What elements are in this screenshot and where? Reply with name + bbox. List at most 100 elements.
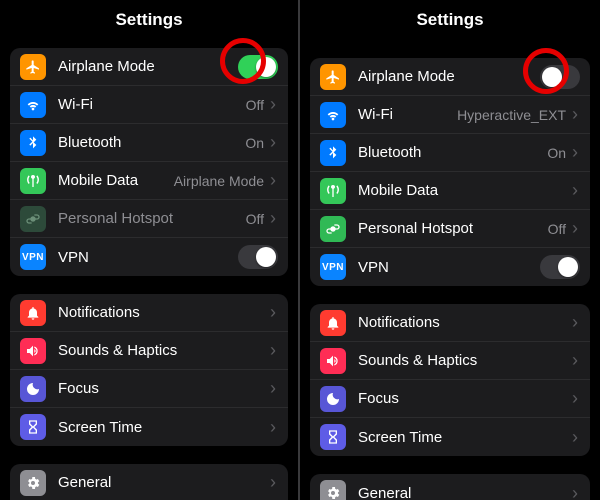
row-label: Personal Hotspot bbox=[58, 210, 246, 227]
hourglass-icon bbox=[20, 414, 46, 440]
settings-panel-right: Settings Airplane Mode Wi-Fi Hyperactive… bbox=[300, 0, 600, 500]
row-personal-hotspot[interactable]: Personal Hotspot Off › bbox=[310, 210, 590, 248]
row-label: Mobile Data bbox=[358, 182, 570, 199]
row-label: Sounds & Haptics bbox=[58, 342, 268, 359]
row-label: VPN bbox=[58, 249, 238, 266]
row-label: Airplane Mode bbox=[58, 58, 238, 75]
vpn-icon: VPN bbox=[20, 244, 46, 270]
row-value: On bbox=[245, 135, 264, 151]
chevron-right-icon: › bbox=[268, 208, 278, 229]
row-notifications[interactable]: Notifications › bbox=[10, 294, 288, 332]
chevron-right-icon: › bbox=[570, 218, 580, 239]
vpn-toggle[interactable] bbox=[540, 255, 580, 279]
row-mobile-data[interactable]: Mobile Data Airplane Mode › bbox=[10, 162, 288, 200]
row-label: Screen Time bbox=[358, 429, 570, 446]
row-label: Notifications bbox=[358, 314, 570, 331]
settings-group-notifications: Notifications › Sounds & Haptics › Focus… bbox=[310, 304, 590, 456]
row-bluetooth[interactable]: Bluetooth On › bbox=[10, 124, 288, 162]
row-label: Notifications bbox=[58, 304, 268, 321]
settings-group-general: General › bbox=[310, 474, 590, 500]
row-general[interactable]: General › bbox=[10, 464, 288, 500]
chevron-right-icon: › bbox=[570, 142, 580, 163]
chevron-right-icon: › bbox=[268, 472, 278, 493]
bell-icon bbox=[320, 310, 346, 336]
chevron-right-icon: › bbox=[570, 483, 580, 500]
wifi-icon bbox=[320, 102, 346, 128]
row-label: General bbox=[58, 474, 268, 491]
speaker-icon bbox=[20, 338, 46, 364]
row-screen-time[interactable]: Screen Time › bbox=[10, 408, 288, 446]
row-label: Focus bbox=[58, 380, 268, 397]
chevron-right-icon: › bbox=[268, 132, 278, 153]
row-value: Off bbox=[246, 97, 264, 113]
settings-group-notifications: Notifications › Sounds & Haptics › Focus… bbox=[10, 294, 288, 446]
row-personal-hotspot[interactable]: Personal Hotspot Off › bbox=[10, 200, 288, 238]
row-airplane-mode[interactable]: Airplane Mode bbox=[310, 58, 590, 96]
chevron-right-icon: › bbox=[570, 388, 580, 409]
row-bluetooth[interactable]: Bluetooth On › bbox=[310, 134, 590, 172]
row-label: Wi-Fi bbox=[358, 106, 457, 123]
row-label: Airplane Mode bbox=[358, 68, 540, 85]
airplane-icon bbox=[320, 64, 346, 90]
antenna-icon bbox=[20, 168, 46, 194]
row-label: General bbox=[358, 485, 570, 500]
row-value: Hyperactive_EXT bbox=[457, 107, 566, 123]
vpn-icon: VPN bbox=[320, 254, 346, 280]
row-wifi[interactable]: Wi-Fi Hyperactive_EXT › bbox=[310, 96, 590, 134]
moon-icon bbox=[20, 376, 46, 402]
speaker-icon bbox=[320, 348, 346, 374]
row-vpn[interactable]: VPN VPN bbox=[310, 248, 590, 286]
row-sounds[interactable]: Sounds & Haptics › bbox=[310, 342, 590, 380]
chevron-right-icon: › bbox=[268, 94, 278, 115]
row-airplane-mode[interactable]: Airplane Mode bbox=[10, 48, 288, 86]
row-value: Airplane Mode bbox=[174, 173, 264, 189]
bell-icon bbox=[20, 300, 46, 326]
row-focus[interactable]: Focus › bbox=[310, 380, 590, 418]
chevron-right-icon: › bbox=[268, 302, 278, 323]
moon-icon bbox=[320, 386, 346, 412]
settings-group-connectivity: Airplane Mode Wi-Fi Off › Bluetooth On ›… bbox=[10, 48, 288, 276]
antenna-icon bbox=[320, 178, 346, 204]
chevron-right-icon: › bbox=[268, 170, 278, 191]
settings-group-connectivity: Airplane Mode Wi-Fi Hyperactive_EXT › Bl… bbox=[310, 58, 590, 286]
row-focus[interactable]: Focus › bbox=[10, 370, 288, 408]
row-mobile-data[interactable]: Mobile Data › bbox=[310, 172, 590, 210]
hotspot-icon bbox=[20, 206, 46, 232]
row-value: On bbox=[547, 145, 566, 161]
hourglass-icon bbox=[320, 424, 346, 450]
page-title: Settings bbox=[0, 0, 298, 38]
gear-icon bbox=[320, 480, 346, 500]
row-label: Sounds & Haptics bbox=[358, 352, 570, 369]
row-label: Bluetooth bbox=[58, 134, 245, 151]
settings-panel-left: Settings Airplane Mode Wi-Fi Off › Bluet… bbox=[0, 0, 300, 500]
chevron-right-icon: › bbox=[268, 340, 278, 361]
vpn-toggle[interactable] bbox=[238, 245, 278, 269]
chevron-right-icon: › bbox=[570, 427, 580, 448]
row-vpn[interactable]: VPN VPN bbox=[10, 238, 288, 276]
row-label: Focus bbox=[358, 390, 570, 407]
bluetooth-icon bbox=[320, 140, 346, 166]
row-value: Off bbox=[246, 211, 264, 227]
row-value: Off bbox=[548, 221, 566, 237]
row-wifi[interactable]: Wi-Fi Off › bbox=[10, 86, 288, 124]
row-screen-time[interactable]: Screen Time › bbox=[310, 418, 590, 456]
chevron-right-icon: › bbox=[570, 104, 580, 125]
row-label: Bluetooth bbox=[358, 144, 547, 161]
hotspot-icon bbox=[320, 216, 346, 242]
row-label: VPN bbox=[358, 259, 540, 276]
airplane-toggle[interactable] bbox=[540, 65, 580, 89]
airplane-toggle[interactable] bbox=[238, 55, 278, 79]
chevron-right-icon: › bbox=[570, 180, 580, 201]
bluetooth-icon bbox=[20, 130, 46, 156]
row-label: Personal Hotspot bbox=[358, 220, 548, 237]
chevron-right-icon: › bbox=[268, 417, 278, 438]
row-general[interactable]: General › bbox=[310, 474, 590, 500]
wifi-icon bbox=[20, 92, 46, 118]
chevron-right-icon: › bbox=[268, 378, 278, 399]
airplane-icon bbox=[20, 54, 46, 80]
row-label: Mobile Data bbox=[58, 172, 174, 189]
row-notifications[interactable]: Notifications › bbox=[310, 304, 590, 342]
row-sounds[interactable]: Sounds & Haptics › bbox=[10, 332, 288, 370]
row-label: Screen Time bbox=[58, 419, 268, 436]
settings-group-general: General › Control Centre › bbox=[10, 464, 288, 500]
